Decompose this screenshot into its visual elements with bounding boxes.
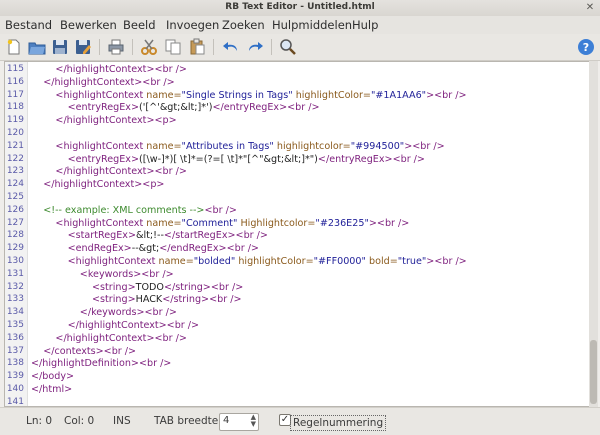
line-numbering-label[interactable]: Regelnummering (290, 415, 387, 431)
menu-hulpmiddelen[interactable]: Hulpmiddelen (272, 18, 352, 32)
toolbar-separator (132, 39, 133, 55)
line-number: 130 (6, 256, 24, 266)
line-number: 125 (6, 192, 24, 202)
cut-icon[interactable] (140, 38, 158, 56)
toolbar-separator (271, 39, 272, 55)
line-number: 127 (6, 217, 24, 228)
line-number: 131 (6, 268, 24, 279)
toolbar-separator (99, 39, 100, 55)
spinner-arrows-icon[interactable]: ▲ ▼ (251, 414, 256, 428)
code-line[interactable]: </highlightDefinition><br /> (31, 358, 171, 369)
code-line[interactable]: <highlightContext name="Attributes in Ta… (31, 141, 444, 152)
menu-zoeken[interactable]: Zoeken (222, 18, 265, 32)
window-title: RB Text Editor - Untitled.html (225, 2, 375, 12)
line-number: 139 (6, 371, 24, 382)
status-column: Col: 0 (64, 415, 95, 427)
line-number: 126 (6, 204, 24, 215)
line-number: 128 (6, 230, 24, 241)
redo-icon[interactable] (246, 38, 264, 56)
code-line[interactable]: </highlightContext><br /> (31, 64, 186, 75)
line-number: 140 (6, 384, 24, 394)
undo-icon[interactable] (222, 38, 240, 56)
line-number: 134 (6, 307, 24, 318)
new-file-icon[interactable] (5, 38, 23, 56)
code-editor[interactable]: 115 </highlightContext><br /> 116 </highl… (4, 61, 590, 407)
code-line[interactable]: </highlightContext><br /> (31, 320, 199, 331)
tab-width-value[interactable]: 4 (223, 415, 229, 426)
app-window: RB Text Editor - Untitled.html ✕ Bestand… (0, 0, 600, 435)
menu-bewerken[interactable]: Bewerken (60, 18, 117, 32)
vertical-scrollbar[interactable] (589, 61, 598, 407)
line-number: 132 (6, 281, 24, 292)
line-number: 121 (6, 140, 24, 151)
code-line[interactable]: <entryRegEx>('[^'&gt;&lt;]*')</entryRegE… (31, 102, 320, 113)
help-icon[interactable]: ? (577, 38, 595, 56)
toolbar-separator (213, 39, 214, 55)
line-number: 123 (6, 166, 24, 177)
print-icon[interactable] (107, 38, 125, 56)
line-number: 116 (6, 76, 24, 87)
code-line[interactable]: <endRegEx>--&gt;</endRegEx><br /> (31, 243, 259, 254)
code-line[interactable]: <!-- example: XML comments --><br /> (31, 205, 237, 216)
line-number: 115 (6, 64, 24, 74)
code-line[interactable]: <highlightContext name="Comment" Highlig… (31, 218, 409, 229)
svg-text:?: ? (583, 41, 589, 54)
line-number: 136 (6, 332, 24, 343)
line-number: 138 (6, 358, 24, 369)
code-line[interactable]: </highlightContext><br /> (31, 166, 186, 177)
status-bar: Ln: 0 Col: 0 INS TAB breedte: 4 ▲ ▼ ✓ Reg… (0, 407, 600, 435)
code-line[interactable]: </contexts><br /> (31, 346, 136, 357)
scrollbar-thumb[interactable] (590, 340, 597, 404)
line-number: 124 (6, 179, 24, 190)
tab-width-label: TAB breedte: (154, 415, 222, 427)
menu-beeld[interactable]: Beeld (123, 18, 156, 32)
menu-hulp[interactable]: Hulp (352, 18, 378, 32)
code-line[interactable]: <startRegEx>&lt;!--</startRegEx><br /> (31, 230, 268, 241)
line-number: 135 (6, 320, 24, 330)
line-number: 119 (6, 115, 24, 126)
paste-icon[interactable] (188, 38, 206, 56)
save-as-icon[interactable] (74, 38, 92, 56)
tab-width-spinner[interactable]: 4 ▲ ▼ (219, 413, 259, 431)
status-line: Ln: 0 (26, 415, 53, 427)
code-line[interactable]: </html> (31, 384, 72, 395)
toolbar: ? (0, 34, 600, 61)
search-icon[interactable] (279, 38, 297, 56)
save-icon[interactable] (51, 38, 69, 56)
line-number: 129 (6, 243, 24, 254)
line-number: 118 (6, 102, 24, 113)
code-line[interactable]: <keywords><br /> (31, 269, 174, 280)
close-icon[interactable]: ✕ (584, 2, 596, 14)
code-line[interactable]: </body> (31, 371, 74, 382)
code-line[interactable]: </highlightContext><br /> (31, 77, 174, 88)
code-line[interactable]: <highlightContext name="bolded" highligh… (31, 256, 467, 267)
code-line[interactable]: </highlightContext><p> (31, 115, 176, 126)
menu-bar: Bestand Bewerken Beeld Invoegen Zoeken H… (0, 16, 600, 34)
code-line[interactable]: <entryRegEx>([\w-]*)[ \t]*=(?=[ \t]*"[^"… (31, 154, 425, 165)
menu-bestand[interactable]: Bestand (5, 18, 52, 32)
line-number: 120 (6, 128, 24, 138)
code-line[interactable]: </highlightContext><br /> (31, 333, 186, 344)
copy-icon[interactable] (164, 38, 182, 56)
code-line[interactable]: <string>TODO</string><br /> (31, 282, 243, 293)
open-folder-icon[interactable] (28, 38, 46, 56)
line-number: 137 (6, 345, 24, 356)
status-insert-mode: INS (113, 415, 131, 427)
line-number: 141 (6, 396, 24, 407)
code-line[interactable]: <string>HACK</string><br /> (31, 294, 241, 305)
line-number: 122 (6, 153, 24, 164)
line-number: 117 (6, 89, 24, 100)
code-line[interactable]: <highlightContext name="Single Strings i… (31, 90, 466, 101)
code-line[interactable]: </highlightContext><p> (31, 179, 164, 190)
menu-invoegen[interactable]: Invoegen (166, 18, 219, 32)
code-line[interactable]: </keywords><br /> (31, 307, 177, 318)
line-number: 133 (6, 294, 24, 305)
title-bar: RB Text Editor - Untitled.html ✕ (0, 0, 600, 17)
